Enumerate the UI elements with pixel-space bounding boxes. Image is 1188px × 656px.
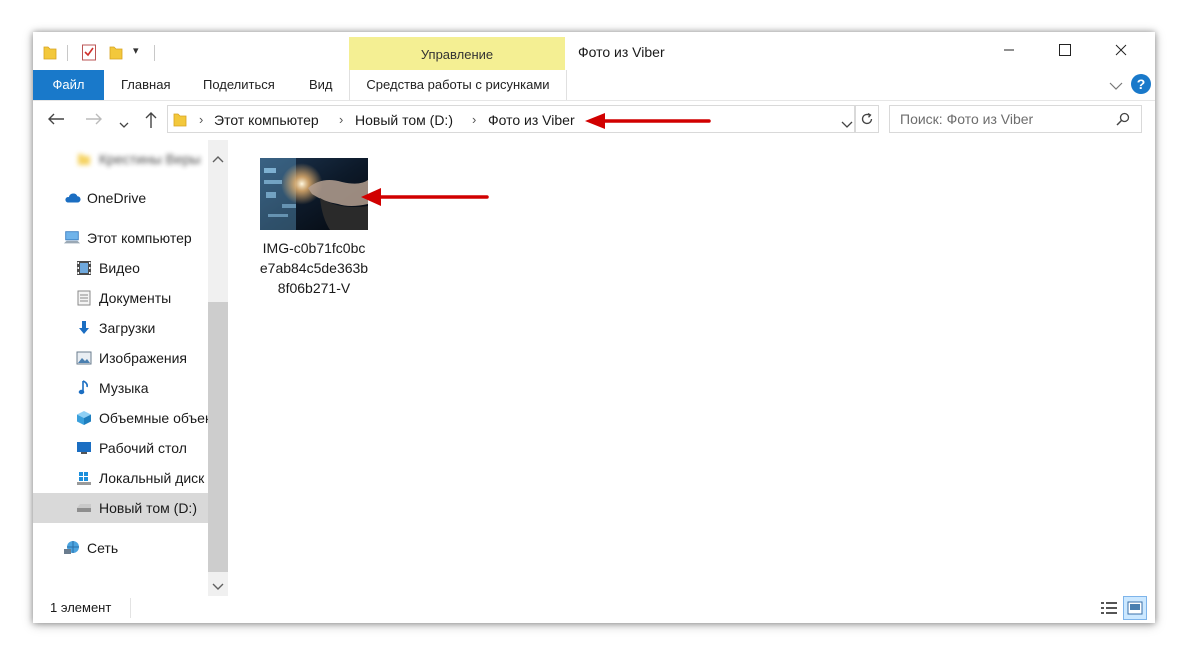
breadcrumb-drive-d[interactable]: Новый том (D:)	[355, 112, 453, 128]
up-arrow-icon	[145, 112, 157, 128]
context-tab-label[interactable]: Управление	[349, 47, 565, 62]
sidebar-item-network[interactable]: Сеть	[63, 533, 118, 563]
maximize-button[interactable]	[1037, 32, 1093, 68]
qa-folder-icon[interactable]	[43, 44, 57, 63]
refresh-button[interactable]	[855, 105, 879, 133]
details-view-button[interactable]	[1097, 596, 1121, 620]
close-button[interactable]	[1093, 32, 1149, 68]
address-folder-icon	[173, 111, 187, 130]
network-icon	[63, 539, 81, 557]
tab-home[interactable]: Главная	[119, 70, 172, 100]
search-input[interactable]	[900, 111, 1110, 127]
back-button[interactable]	[47, 112, 65, 129]
details-view-icon	[1101, 602, 1117, 614]
download-icon	[75, 319, 93, 337]
breadcrumb-separator-icon[interactable]: ›	[472, 112, 476, 127]
sidebar-item-label: Музыка	[99, 380, 149, 396]
sidebar-item-label: Этот компьютер	[87, 230, 192, 246]
breadcrumb-current-folder[interactable]: Фото из Viber	[488, 112, 575, 128]
annotation-arrow-file	[361, 188, 489, 206]
desktop-icon	[75, 439, 93, 457]
windows-drive-icon	[75, 469, 93, 487]
sidebar-item-label: Сеть	[87, 540, 119, 556]
sidebar-item-local-disk-c[interactable]: Локальный диск (C:)	[75, 463, 208, 493]
tab-picture-tools[interactable]: Средства работы с рисунками	[349, 70, 567, 100]
sidebar-item-label: Рабочий стол	[99, 440, 187, 456]
qa-properties-icon[interactable]	[81, 43, 97, 64]
chevron-down-icon	[119, 122, 129, 128]
file-thumbnail[interactable]	[260, 158, 368, 230]
sidebar-item-downloads[interactable]: Загрузки	[75, 313, 155, 343]
minimize-icon	[1004, 49, 1014, 51]
refresh-icon	[861, 112, 873, 125]
file-name-line: 8f06b271-V	[277, 280, 351, 296]
large-icons-view-icon	[1127, 601, 1143, 615]
breadcrumb-this-pc[interactable]: Этот компьютер	[214, 112, 319, 128]
sidebar-item-video[interactable]: Видео	[75, 253, 140, 283]
sidebar-item-music[interactable]: Музыка	[75, 373, 149, 403]
sidebar-item-label: Видео	[99, 260, 140, 276]
file-name-line: IMG-c0b71fc0bc	[262, 240, 366, 256]
sidebar-item-label: Документы	[99, 290, 172, 306]
tab-share[interactable]: Поделиться	[201, 70, 277, 100]
scroll-down-icon[interactable]	[212, 578, 224, 594]
breadcrumb-separator-icon[interactable]: ›	[199, 112, 203, 127]
tab-view[interactable]: Вид	[307, 70, 335, 100]
drive-icon	[75, 499, 93, 517]
onedrive-cloud-icon	[63, 189, 81, 207]
ribbon-expand-icon[interactable]	[1109, 78, 1123, 94]
status-divider	[130, 598, 131, 618]
sidebar-item-label: OneDrive	[87, 190, 147, 206]
3d-objects-icon	[75, 409, 93, 427]
help-icon[interactable]: ?	[1131, 74, 1151, 94]
sidebar-item-label: Новый том (D:)	[99, 500, 197, 516]
sidebar-item-label: Крестины Веры	[99, 151, 201, 167]
sidebar-item-this-pc[interactable]: Этот компьютер	[63, 223, 192, 253]
maximize-icon	[1059, 44, 1071, 56]
up-button[interactable]	[144, 111, 158, 132]
documents-icon	[75, 289, 93, 307]
qa-new-folder-icon[interactable]	[109, 44, 123, 63]
breadcrumb-separator-icon[interactable]: ›	[339, 112, 343, 127]
sidebar-item-label: Локальный диск (C:)	[99, 470, 208, 486]
computer-icon	[63, 229, 81, 247]
sidebar-item-documents[interactable]: Документы	[75, 283, 171, 313]
file-name[interactable]: IMG-c0b71fc0bc e7ab84c5de363b 8f06b271-V	[246, 238, 382, 298]
large-icons-view-button[interactable]	[1123, 596, 1147, 620]
sidebar-item-desktop[interactable]: Рабочий стол	[75, 433, 187, 463]
window-title: Фото из Viber	[578, 44, 665, 60]
pictures-icon	[75, 349, 93, 367]
sidebar-item-label: Изображения	[99, 350, 187, 366]
status-item-count: 1 элемент	[50, 600, 112, 615]
sidebar-item-blurred-folder[interactable]: Крестины Веры	[75, 144, 201, 174]
sidebar-item-label: Загрузки	[99, 320, 156, 336]
video-icon	[75, 259, 93, 277]
minimize-button[interactable]	[981, 32, 1037, 68]
sidebar-scroll-thumb[interactable]	[208, 302, 228, 572]
close-icon	[1115, 44, 1127, 56]
annotation-arrow-address	[585, 113, 711, 129]
sidebar-item-onedrive[interactable]: OneDrive	[63, 183, 146, 213]
scroll-up-icon[interactable]	[212, 150, 224, 166]
sidebar-item-label: Объемные объекты	[99, 410, 208, 426]
sidebar-item-pictures[interactable]: Изображения	[75, 343, 187, 373]
explorer-window: ▾ Управление Фото из Viber Файл Главная …	[33, 32, 1155, 623]
search-icon[interactable]	[1116, 112, 1130, 126]
back-arrow-icon	[48, 113, 64, 125]
music-icon	[75, 379, 93, 397]
forward-arrow-icon	[86, 113, 102, 125]
forward-button[interactable]	[85, 112, 103, 129]
qa-customize-icon[interactable]: ▾	[133, 44, 139, 57]
folder-icon	[75, 150, 93, 168]
address-dropdown-icon[interactable]	[841, 116, 853, 132]
sidebar-item-3d-objects[interactable]: Объемные объекты	[75, 403, 208, 433]
file-name-line: e7ab84c5de363b	[259, 260, 369, 276]
recent-locations-button[interactable]	[119, 116, 129, 132]
sidebar-item-drive-d[interactable]: Новый том (D:)	[75, 493, 197, 523]
search-box[interactable]	[889, 105, 1142, 133]
tab-file[interactable]: Файл	[33, 70, 104, 100]
